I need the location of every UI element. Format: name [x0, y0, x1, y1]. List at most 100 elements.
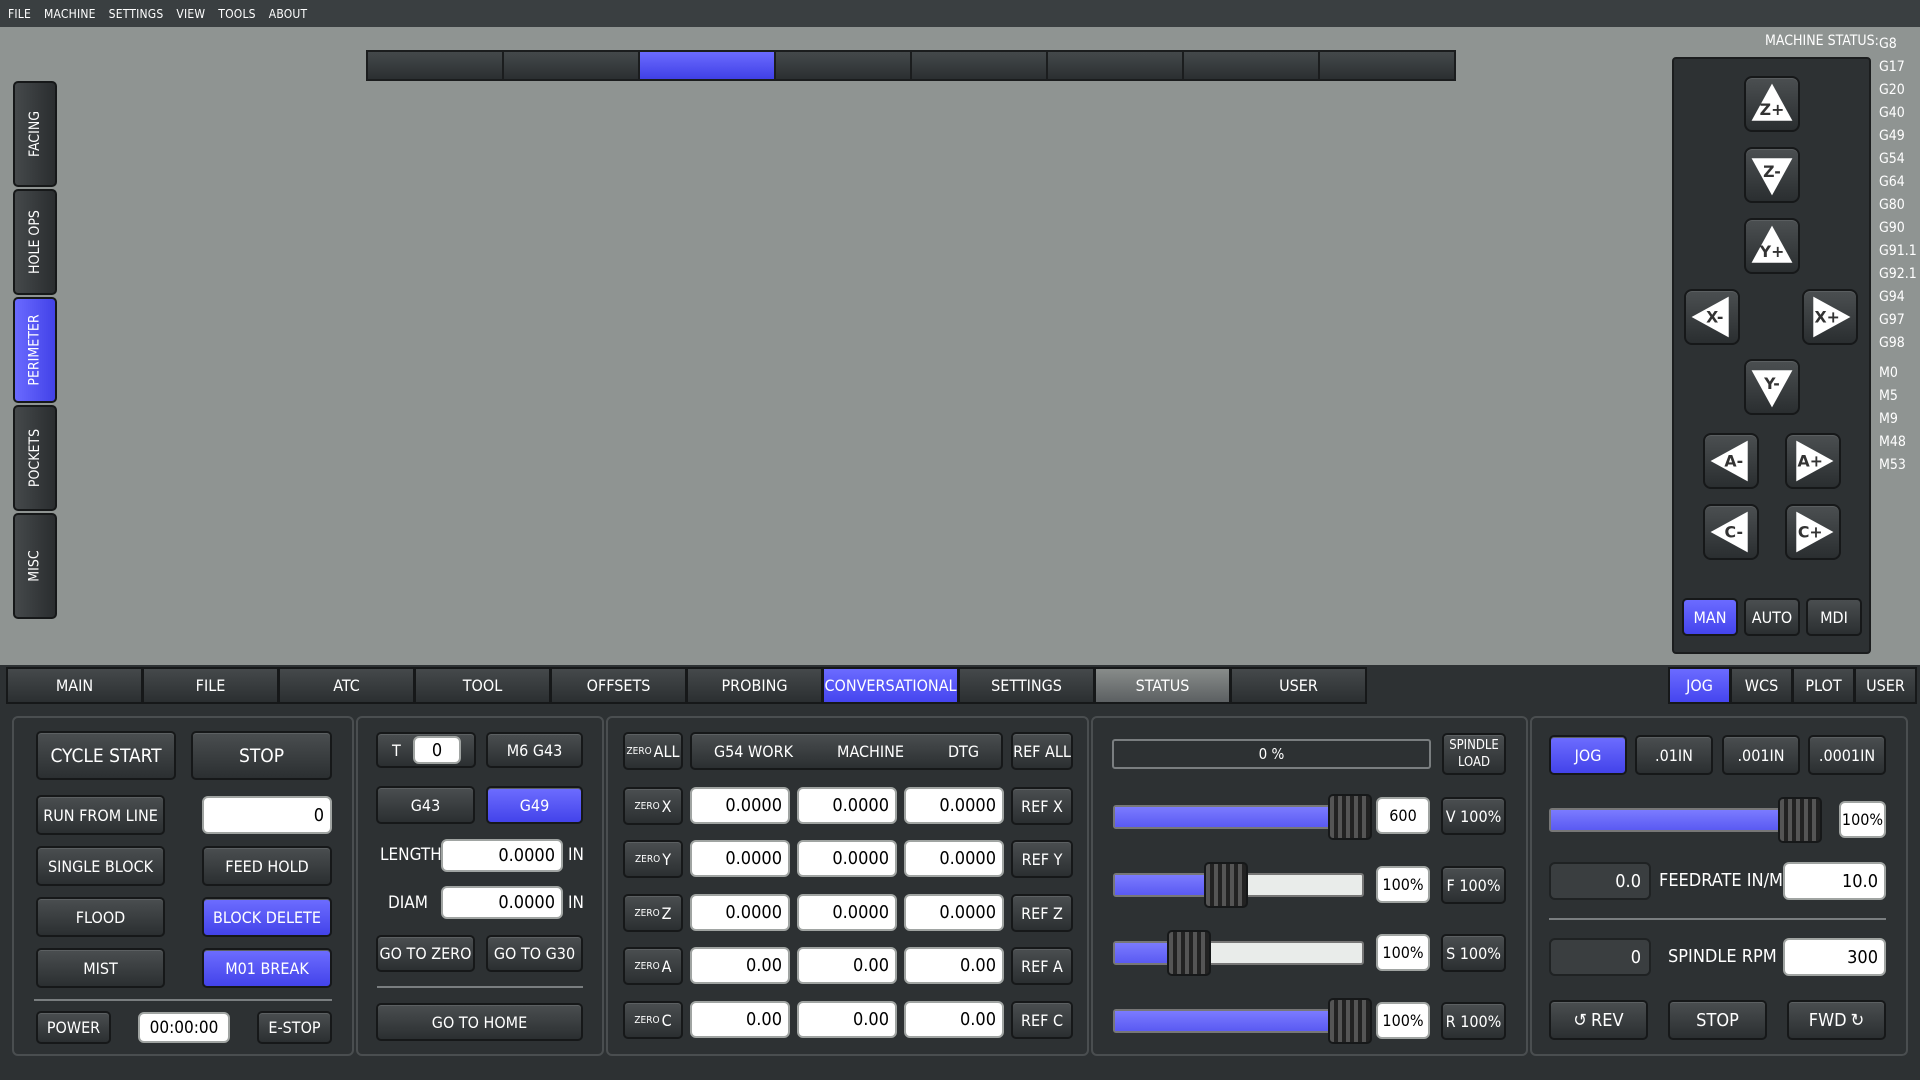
jog-mode-button[interactable]: JOG	[1549, 735, 1627, 775]
conv-strip-segment[interactable]	[1048, 52, 1184, 79]
cycle-start-button[interactable]: CYCLE START	[36, 731, 176, 780]
conv-strip-segment-active[interactable]	[640, 52, 776, 79]
flood-button[interactable]: FLOOD	[36, 897, 165, 937]
menu-about[interactable]: ABOUT	[269, 7, 308, 21]
increment-0001-button[interactable]: .0001IN	[1808, 735, 1886, 775]
tab-status[interactable]: STATUS	[1094, 667, 1231, 704]
ref-all-button[interactable]: REF ALL	[1011, 732, 1073, 770]
tool-number-input[interactable]: 0	[413, 736, 461, 764]
spindle-reverse-button[interactable]: ↺ REV	[1549, 1000, 1648, 1040]
jog-y-plus-button[interactable]: Y+	[1744, 218, 1800, 274]
rapid-override-slider[interactable]	[1113, 998, 1372, 1044]
ref-z-button[interactable]: REF Z	[1011, 894, 1073, 932]
tab-probing[interactable]: PROBING	[686, 667, 823, 704]
tab-atc[interactable]: ATC	[278, 667, 415, 704]
side-tab-pockets[interactable]: POCKETS	[13, 405, 57, 511]
jog-c-plus-button[interactable]: C+	[1785, 504, 1841, 560]
m6-g43-button[interactable]: M6 G43	[486, 732, 583, 768]
m01-break-button[interactable]: M01 BREAK	[202, 948, 332, 988]
go-to-home-button[interactable]: GO TO HOME	[376, 1003, 583, 1041]
menu-machine[interactable]: MACHINE	[44, 7, 96, 21]
conv-strip-segment[interactable]	[1184, 52, 1320, 79]
block-delete-button[interactable]: BLOCK DELETE	[202, 897, 332, 937]
tab-tool[interactable]: TOOL	[414, 667, 551, 704]
jog-a-minus-button[interactable]: A-	[1703, 433, 1759, 489]
zero-c-button[interactable]: ZERO C	[623, 1001, 683, 1039]
conv-strip-segment[interactable]	[504, 52, 640, 79]
velocity-reset-button[interactable]: V 100%	[1441, 797, 1506, 835]
menu-tools[interactable]: TOOLS	[218, 7, 255, 21]
feed-reset-button[interactable]: F 100%	[1441, 866, 1506, 904]
spindle-forward-button[interactable]: FWD ↻	[1787, 1000, 1886, 1040]
feed-override-slider[interactable]	[1113, 862, 1364, 908]
side-tab-misc[interactable]: MISC	[13, 513, 57, 619]
velocity-override-slider[interactable]	[1113, 794, 1372, 840]
tab-offsets[interactable]: OFFSETS	[550, 667, 687, 704]
rapid-reset-button[interactable]: R 100%	[1441, 1002, 1506, 1040]
ref-y-button[interactable]: REF Y	[1011, 840, 1073, 878]
ref-x-button[interactable]: REF X	[1011, 787, 1073, 825]
jog-z-plus-button[interactable]: Z+	[1744, 76, 1800, 132]
stop-button[interactable]: STOP	[191, 731, 332, 780]
conv-strip-segment[interactable]	[776, 52, 912, 79]
right-tab-jog[interactable]: JOG	[1668, 667, 1731, 704]
side-tab-perimeter[interactable]: PERIMETER	[13, 297, 57, 403]
menu-settings[interactable]: SETTINGS	[109, 7, 164, 21]
slider-handle[interactable]	[1167, 930, 1212, 976]
tab-main[interactable]: MAIN	[6, 667, 143, 704]
jog-x-minus-button[interactable]: X-	[1684, 289, 1740, 345]
slider-handle[interactable]	[1327, 998, 1372, 1044]
run-from-line-input[interactable]: 0	[202, 796, 332, 834]
g49-button[interactable]: G49	[486, 786, 583, 824]
zero-z-button[interactable]: ZERO Z	[623, 894, 683, 932]
jog-c-minus-button[interactable]: C-	[1703, 504, 1759, 560]
mist-button[interactable]: MIST	[36, 948, 165, 988]
right-tab-wcs[interactable]: WCS	[1730, 667, 1793, 704]
zero-y-button[interactable]: ZERO Y	[623, 840, 683, 878]
jog-a-plus-button[interactable]: A+	[1785, 433, 1841, 489]
feedrate-input[interactable]: 10.0	[1783, 862, 1886, 900]
slider-handle[interactable]	[1204, 862, 1249, 908]
tab-conversational[interactable]: CONVERSATIONAL	[822, 667, 959, 704]
slider-handle[interactable]	[1778, 797, 1823, 843]
right-tab-user[interactable]: USER	[1854, 667, 1917, 704]
conv-strip-segment[interactable]	[1320, 52, 1454, 79]
ref-a-button[interactable]: REF A	[1011, 947, 1073, 985]
toolpath-preview[interactable]	[0, 27, 1920, 665]
right-tab-plot[interactable]: PLOT	[1792, 667, 1855, 704]
spindle-reset-button[interactable]: S 100%	[1441, 934, 1506, 972]
power-button[interactable]: POWER	[36, 1011, 111, 1044]
spindle-rpm-input[interactable]: 300	[1783, 938, 1886, 976]
increment-01-button[interactable]: .01IN	[1635, 735, 1713, 775]
run-from-line-button[interactable]: RUN FROM LINE	[36, 795, 165, 835]
g43-button[interactable]: G43	[376, 786, 475, 824]
tab-user[interactable]: USER	[1230, 667, 1367, 704]
jog-x-plus-button[interactable]: X+	[1802, 289, 1858, 345]
conv-strip-segment[interactable]	[912, 52, 1048, 79]
spindle-override-slider[interactable]	[1113, 930, 1364, 976]
side-tab-hole-ops[interactable]: HOLE OPS	[13, 189, 57, 295]
estop-button[interactable]: E-STOP	[257, 1011, 332, 1044]
zero-all-button[interactable]: ZERO ALL	[623, 732, 683, 770]
increment-001-button[interactable]: .001IN	[1722, 735, 1800, 775]
side-tab-facing[interactable]: FACING	[13, 81, 57, 187]
slider-handle[interactable]	[1327, 794, 1372, 840]
jog-y-minus-button[interactable]: Y-	[1744, 359, 1800, 415]
ref-c-button[interactable]: REF C	[1011, 1001, 1073, 1039]
mode-mdi-button[interactable]: MDI	[1806, 598, 1862, 636]
menu-file[interactable]: FILE	[8, 7, 31, 21]
spindle-stop-button[interactable]: STOP	[1668, 1000, 1767, 1040]
tab-settings[interactable]: SETTINGS	[958, 667, 1095, 704]
jog-rate-slider[interactable]	[1549, 797, 1823, 843]
zero-a-button[interactable]: ZERO A	[623, 947, 683, 985]
feed-hold-button[interactable]: FEED HOLD	[202, 846, 332, 886]
go-to-g30-button[interactable]: GO TO G30	[486, 935, 583, 972]
jog-z-minus-button[interactable]: Z-	[1744, 147, 1800, 203]
tab-file[interactable]: FILE	[142, 667, 279, 704]
mode-auto-button[interactable]: AUTO	[1744, 598, 1800, 636]
go-to-zero-button[interactable]: GO TO ZERO	[376, 935, 475, 972]
mode-man-button[interactable]: MAN	[1682, 598, 1738, 636]
spindle-load-button[interactable]: SPINDLE LOAD	[1442, 733, 1506, 775]
zero-x-button[interactable]: ZERO X	[623, 787, 683, 825]
menu-view[interactable]: VIEW	[176, 7, 205, 21]
